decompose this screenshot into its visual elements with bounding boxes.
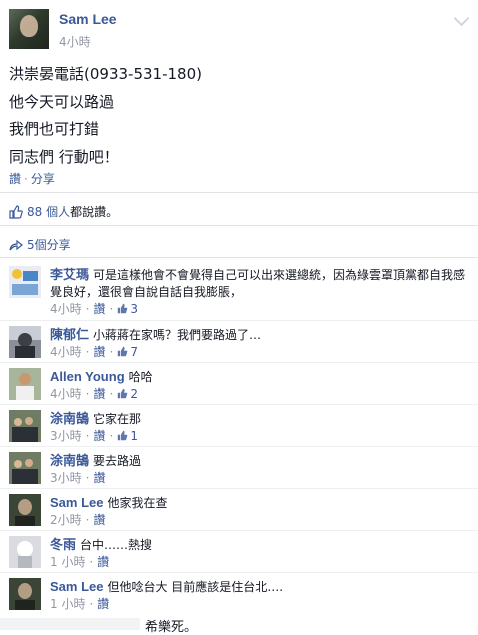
like-link[interactable]: 讚 <box>9 172 21 186</box>
comment-divider <box>0 320 478 321</box>
comment-like-link[interactable]: 讚 <box>93 471 105 485</box>
like-suffix-text: 都說讚。 <box>70 205 119 219</box>
separator-dot: · <box>24 172 28 186</box>
comment-like-link[interactable]: 讚 <box>93 345 105 359</box>
divider <box>0 192 478 193</box>
commenter-name[interactable]: 陳郁仁 <box>50 327 89 342</box>
post-line: 我們也可打錯 <box>9 120 100 138</box>
post-body: 洪崇晏電話(0933-531-180) 他今天可以路過 我們也可打錯 同志們 行… <box>9 61 469 171</box>
comment-divider <box>0 362 478 363</box>
commenter-name[interactable]: 李艾瑪 <box>50 267 89 282</box>
post-author-name[interactable]: Sam Lee <box>59 11 117 27</box>
post-header: Sam Lee 4小時 <box>9 9 470 51</box>
comment-divider <box>0 572 478 573</box>
comment-like-link[interactable]: 讚 <box>93 513 105 527</box>
comment-text: 哈哈 <box>128 370 153 384</box>
comment-like-count[interactable]: 3 <box>130 302 138 316</box>
commenter-name[interactable]: 涂南鵠 <box>50 453 89 468</box>
post-line: 洪崇晏電話(0933-531-180) <box>9 65 202 83</box>
comment-content: 涂南鵠 它家在那 3小時 · 讚 · 1 <box>50 410 468 445</box>
post-timestamp[interactable]: 4小時 <box>59 33 91 50</box>
commenter-avatar[interactable] <box>9 494 41 526</box>
comment-content: Sam Lee 他家我在查 2小時 · 讚 <box>50 494 468 529</box>
author-avatar[interactable] <box>9 9 49 49</box>
comment-timestamp[interactable]: 4小時 <box>50 345 82 359</box>
comment-meta: 1 小時 · 讚 <box>50 597 110 611</box>
comment-content: 陳郁仁 小蔣蔣在家嗎？我們要路過了… 4小時 · 讚 · 7 <box>50 326 468 361</box>
thumbs-up-icon <box>118 303 128 314</box>
comment-like-count[interactable]: 2 <box>130 387 138 401</box>
like-count-link[interactable]: 88 個人 <box>27 203 70 220</box>
divider <box>0 257 478 258</box>
comment-timestamp[interactable]: 1 小時 <box>50 555 85 569</box>
comment-timestamp[interactable]: 1 小時 <box>50 597 85 611</box>
comment-like-link[interactable]: 讚 <box>93 429 105 443</box>
comment-meta: 1 小時 · 讚 <box>50 555 110 569</box>
commenter-avatar[interactable] <box>9 326 41 358</box>
commenter-avatar[interactable] <box>9 410 41 442</box>
comment-like-count[interactable]: 7 <box>130 345 138 359</box>
comment-text: 它家在那 <box>93 412 142 426</box>
comment-like-link[interactable]: 讚 <box>93 302 105 316</box>
cutoff-avatar-strip <box>0 618 140 630</box>
comment-content: 李艾瑪 可是這樣他會不會覺得自己可以出來選總統，因為綠雲罩頂黨都自我感覺良好，還很… <box>50 266 468 318</box>
share-link[interactable]: 分享 <box>31 172 55 186</box>
comment-text: 要去路過 <box>93 454 142 468</box>
comment-content: Allen Young 哈哈 4小時 · 讚 · 2 <box>50 368 468 403</box>
commenter-avatar[interactable] <box>9 578 41 610</box>
commenter-avatar[interactable] <box>9 536 41 568</box>
post-line: 同志們 行動吧！ <box>9 147 119 166</box>
comment-text: 他家我在查 <box>107 496 168 510</box>
comment-like-count[interactable]: 1 <box>130 429 138 443</box>
thumbs-up-icon <box>118 346 128 357</box>
post-actions: 讚 · 分享 <box>9 170 55 187</box>
commenter-name[interactable]: 涂南鵠 <box>50 411 89 426</box>
thumbs-up-icon <box>118 430 128 441</box>
comment-divider <box>0 446 478 447</box>
share-count-link[interactable]: 5個分享 <box>27 236 71 253</box>
divider <box>0 225 478 226</box>
commenter-avatar[interactable] <box>9 266 41 298</box>
post-line: 他今天可以路過 <box>9 92 115 111</box>
comment-timestamp[interactable]: 4小時 <box>50 387 82 401</box>
commenter-name[interactable]: Sam Lee <box>50 495 103 510</box>
comment-meta: 2小時 · 讚 <box>50 513 106 527</box>
comment-divider <box>0 404 478 405</box>
share-arrow-icon <box>9 239 23 250</box>
comment-text: 但他唸台大 目前應該是住台北…. <box>107 580 284 594</box>
comment-content: Sam Lee 但他唸台大 目前應該是住台北…. 1 小時 · 讚 <box>50 578 468 613</box>
comment-meta: 3小時 · 讚 <box>50 471 106 485</box>
commenter-avatar[interactable] <box>9 452 41 484</box>
shares-summary: 5個分享 <box>9 236 71 253</box>
thumbs-up-icon <box>118 388 128 399</box>
thumbs-up-icon <box>9 204 23 219</box>
commenter-name[interactable]: 冬雨 <box>50 537 76 552</box>
comment-like-link[interactable]: 讚 <box>97 597 109 611</box>
comment-text: 台中……熱搜 <box>80 538 153 552</box>
comment-text: 小蔣蔣在家嗎？我們要路過了… <box>93 328 262 342</box>
comment-content: 冬雨 台中……熱搜 1 小時 · 讚 <box>50 536 468 571</box>
commenter-name[interactable]: Sam Lee <box>50 579 103 594</box>
comment-timestamp[interactable]: 4小時 <box>50 302 82 316</box>
comment-meta: 4小時 · 讚 · 3 <box>50 302 138 316</box>
cutoff-comment-text: 希樂死。 <box>145 620 198 635</box>
comment-timestamp[interactable]: 3小時 <box>50 471 82 485</box>
comment-text: 可是這樣他會不會覺得自己可以出來選總統，因為綠雲罩頂黨都自我感覺良好，還很會自說… <box>50 268 466 299</box>
comment-like-link[interactable]: 讚 <box>93 387 105 401</box>
commenter-avatar[interactable] <box>9 368 41 400</box>
comment-meta: 3小時 · 讚 · 1 <box>50 429 138 443</box>
comment-divider <box>0 488 478 489</box>
comment-content: 涂南鵠 要去路過 3小時 · 讚 <box>50 452 468 487</box>
comment-divider <box>0 530 478 531</box>
comment-meta: 4小時 · 讚 · 7 <box>50 345 138 359</box>
commenter-name[interactable]: Allen Young <box>50 369 125 384</box>
likes-summary: 88 個人 都說讚。 <box>9 203 118 220</box>
comment-timestamp[interactable]: 2小時 <box>50 513 82 527</box>
comment-timestamp[interactable]: 3小時 <box>50 429 82 443</box>
comment-like-link[interactable]: 讚 <box>97 555 109 569</box>
chevron-down-icon[interactable] <box>453 10 470 27</box>
comment-meta: 4小時 · 讚 · 2 <box>50 387 138 401</box>
